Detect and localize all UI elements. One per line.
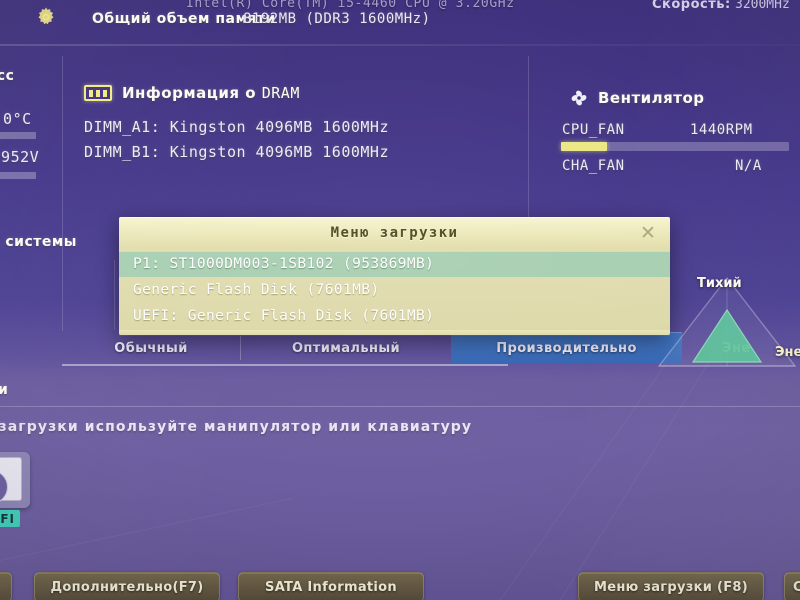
cpu-voltage-value: 1.952V	[0, 148, 40, 166]
header-divider	[0, 44, 800, 46]
close-icon[interactable]: ✕	[638, 223, 658, 243]
boot-menu-button[interactable]: Меню загрузки (F8)	[578, 572, 764, 600]
toolbar-button-partial-right[interactable]: Ст	[784, 572, 800, 600]
boot-section-divider	[0, 406, 800, 407]
dram-title-prefix: Информация о	[122, 84, 257, 102]
fan-value: N/A	[735, 158, 762, 174]
boot-menu-item[interactable]: Generic Flash Disk (7601MB)	[119, 277, 670, 303]
boot-menu-item-label: UEFI: Generic Flash Disk (7601MB)	[133, 308, 435, 324]
uefi-badge: EFI	[0, 510, 20, 527]
cpu-info-line: Intel(R) Core(TM) i5-4460 CPU @ 3.20GHz	[186, 0, 515, 11]
total-memory-value: 8192MB (DDR3 1600MHz)	[243, 11, 431, 27]
boot-menu-item-label: P1: ST1000DM003-1SB102 (953869MB)	[133, 256, 435, 272]
boot-menu-title-bar: Меню загрузки ✕	[119, 217, 670, 249]
tab-optimal[interactable]: Оптимальный	[241, 332, 451, 364]
dram-slot-row: DIMM_B1: Kingston 4096MB 1600MHz	[84, 143, 389, 161]
toolbar-button-partial-left[interactable]	[0, 572, 12, 600]
boot-menu-item-label: Generic Flash Disk (7601MB)	[133, 282, 380, 298]
boot-menu-list: P1: ST1000DM003-1SB102 (953869MB) Generi…	[119, 249, 670, 335]
fan-value: 1440RPM	[690, 122, 753, 138]
tab-label: Оптимальный	[291, 340, 401, 356]
hard-disk-icon	[0, 457, 22, 504]
fan-icon	[571, 90, 587, 106]
tab-performance[interactable]: Производительно	[451, 332, 682, 364]
tab-label: Производительно	[496, 340, 637, 356]
boot-device-item[interactable]: EFI	[0, 452, 32, 527]
cpu-speed-value: 3200MHz	[735, 0, 790, 12]
radar-label-energy: Эне	[775, 345, 800, 360]
bios-screen: Intel(R) Core(TM) i5-4460 CPU @ 3.20GHz …	[0, 0, 800, 600]
cpu-temperature-bar	[0, 132, 36, 139]
memory-chip-icon	[84, 85, 112, 101]
tab-normal[interactable]: Обычный	[62, 332, 240, 364]
sata-information-button[interactable]: SATA Information	[238, 572, 424, 600]
ez-tuning-tabs: Обычный Оптимальный Производительно Эне	[62, 332, 750, 364]
dram-title-suffix: DRAM	[261, 84, 300, 102]
panel-separator	[62, 56, 63, 331]
cpu-temperature-value: 5.0°C	[0, 110, 32, 128]
fan-name: CHA_FAN	[562, 158, 625, 174]
gear-icon	[38, 7, 54, 25]
dram-slot-row: DIMM_A1: Kingston 4096MB 1600MHz	[84, 118, 389, 136]
disk-platter-icon	[0, 470, 8, 504]
advanced-mode-button[interactable]: Дополнительно(F7)	[34, 572, 220, 600]
cpu-voltage-bar	[0, 172, 36, 179]
boot-menu-item[interactable]: UEFI: Generic Flash Disk (7601MB)	[119, 303, 670, 329]
panel-separator	[114, 260, 115, 330]
processor-label: ессс	[0, 68, 15, 84]
tab-label: Обычный	[114, 340, 188, 356]
dram-section-title: Информация о DRAM	[122, 84, 300, 102]
radar-label-quiet: Тихий	[697, 276, 742, 291]
boot-menu-dialog: Меню загрузки ✕ P1: ST1000DM003-1SB102 (…	[119, 217, 670, 335]
tabs-underline	[62, 364, 508, 366]
system-section-label: ть системы	[0, 234, 77, 250]
fan-name: CPU_FAN	[562, 122, 625, 138]
cpu-speed-label: Скорость:	[652, 0, 731, 12]
boot-menu-item-selected[interactable]: P1: ST1000DM003-1SB102 (953869MB)	[119, 251, 670, 277]
cpu-fan-speed-bar-fill	[561, 142, 607, 151]
boot-priority-heading: ки	[0, 382, 9, 398]
boot-hint-text: а загрузки используйте манипулятор или к…	[0, 419, 473, 435]
boot-menu-title: Меню загрузки	[330, 225, 459, 241]
cpu-fan-speed-bar	[561, 142, 789, 151]
fan-section-title: Вентилятор	[598, 89, 705, 107]
